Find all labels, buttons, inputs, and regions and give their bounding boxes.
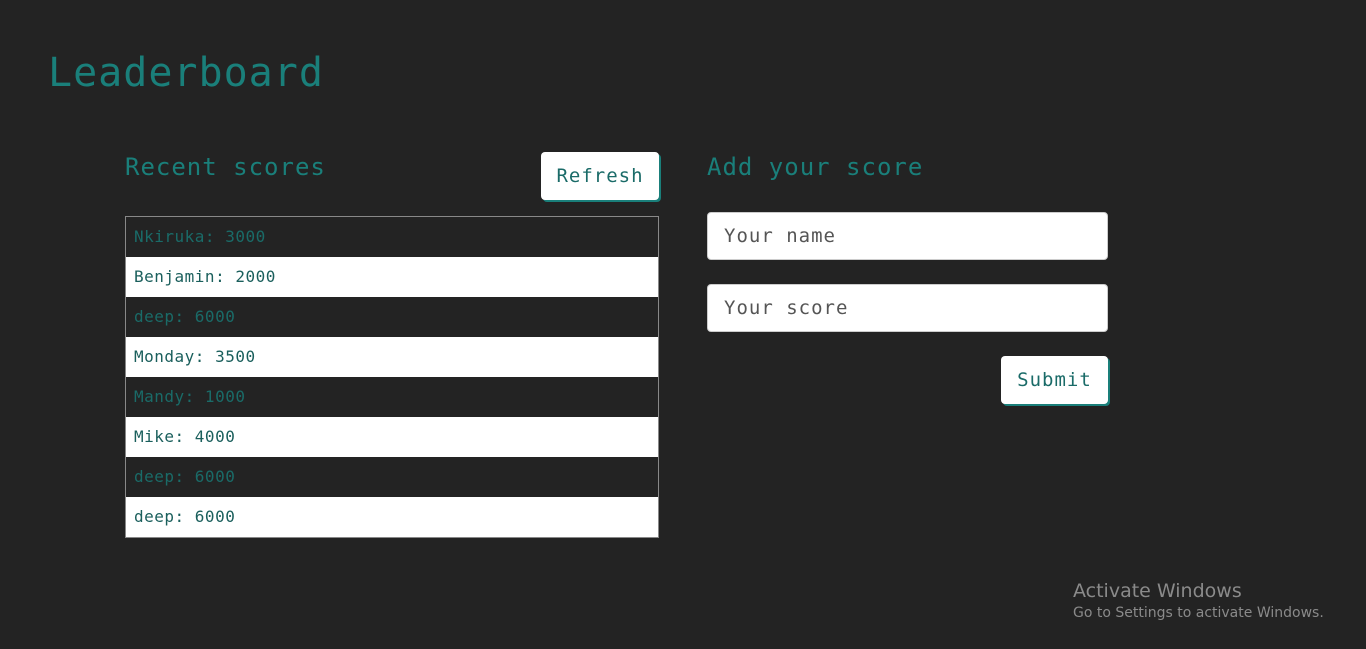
score-list-item: Monday: 3500: [126, 337, 658, 377]
watermark-title: Activate Windows: [1073, 580, 1242, 602]
score-list-item: Nkiruka: 3000: [126, 217, 658, 257]
score-list-item: deep: 6000: [126, 297, 658, 337]
refresh-button[interactable]: Refresh: [541, 152, 659, 200]
score-input[interactable]: [707, 284, 1108, 332]
recent-scores-heading: Recent scores: [125, 153, 326, 181]
score-list-item: Benjamin: 2000: [126, 257, 658, 297]
score-list: Nkiruka: 3000 Benjamin: 2000 deep: 6000 …: [125, 216, 659, 538]
score-list-item: deep: 6000: [126, 497, 658, 537]
add-score-heading: Add your score: [707, 153, 924, 181]
watermark-subtitle: Go to Settings to activate Windows.: [1073, 605, 1324, 621]
page-title: Leaderboard: [48, 50, 324, 96]
score-list-item: deep: 6000: [126, 457, 658, 497]
name-input[interactable]: [707, 212, 1108, 260]
score-list-item: Mike: 4000: [126, 417, 658, 457]
score-list-item: Mandy: 1000: [126, 377, 658, 417]
activate-windows-watermark: Activate Windows Go to Settings to activ…: [1073, 579, 1324, 623]
submit-button[interactable]: Submit: [1001, 356, 1108, 404]
